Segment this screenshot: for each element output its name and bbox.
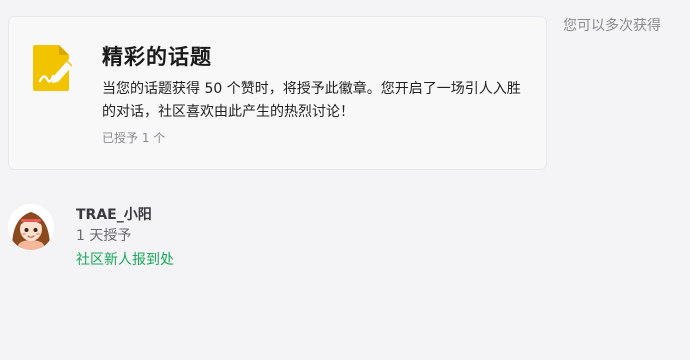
multi-earn-note: 您可以多次获得 (563, 18, 661, 34)
topic-link[interactable]: 社区新人报到处 (76, 249, 174, 269)
badge-description: 当您的话题获得 50 个赞时，将授予此徽章。您开启了一场引人入胜的对话，社区喜欢… (102, 81, 521, 120)
grant-time: 1 天授予 (76, 228, 132, 244)
badge-card: 精彩的话题 当您的话题获得 50 个赞时，将授予此徽章。您开启了一场引人入胜的对… (8, 16, 547, 170)
user-avatar[interactable] (8, 204, 54, 250)
username-link[interactable]: TRAE_小阳 (76, 204, 152, 224)
badge-granted-count: 已授予 1 个 (102, 131, 166, 145)
grant-list-item: TRAE_小阳 1 天授予 社区新人报到处 (8, 200, 308, 270)
badge-page: 精彩的话题 当您的话题获得 50 个赞时，将授予此徽章。您开启了一场引人入胜的对… (0, 0, 690, 360)
badge-title: 精彩的话题 (102, 45, 212, 69)
pencil-document-icon (31, 43, 77, 93)
